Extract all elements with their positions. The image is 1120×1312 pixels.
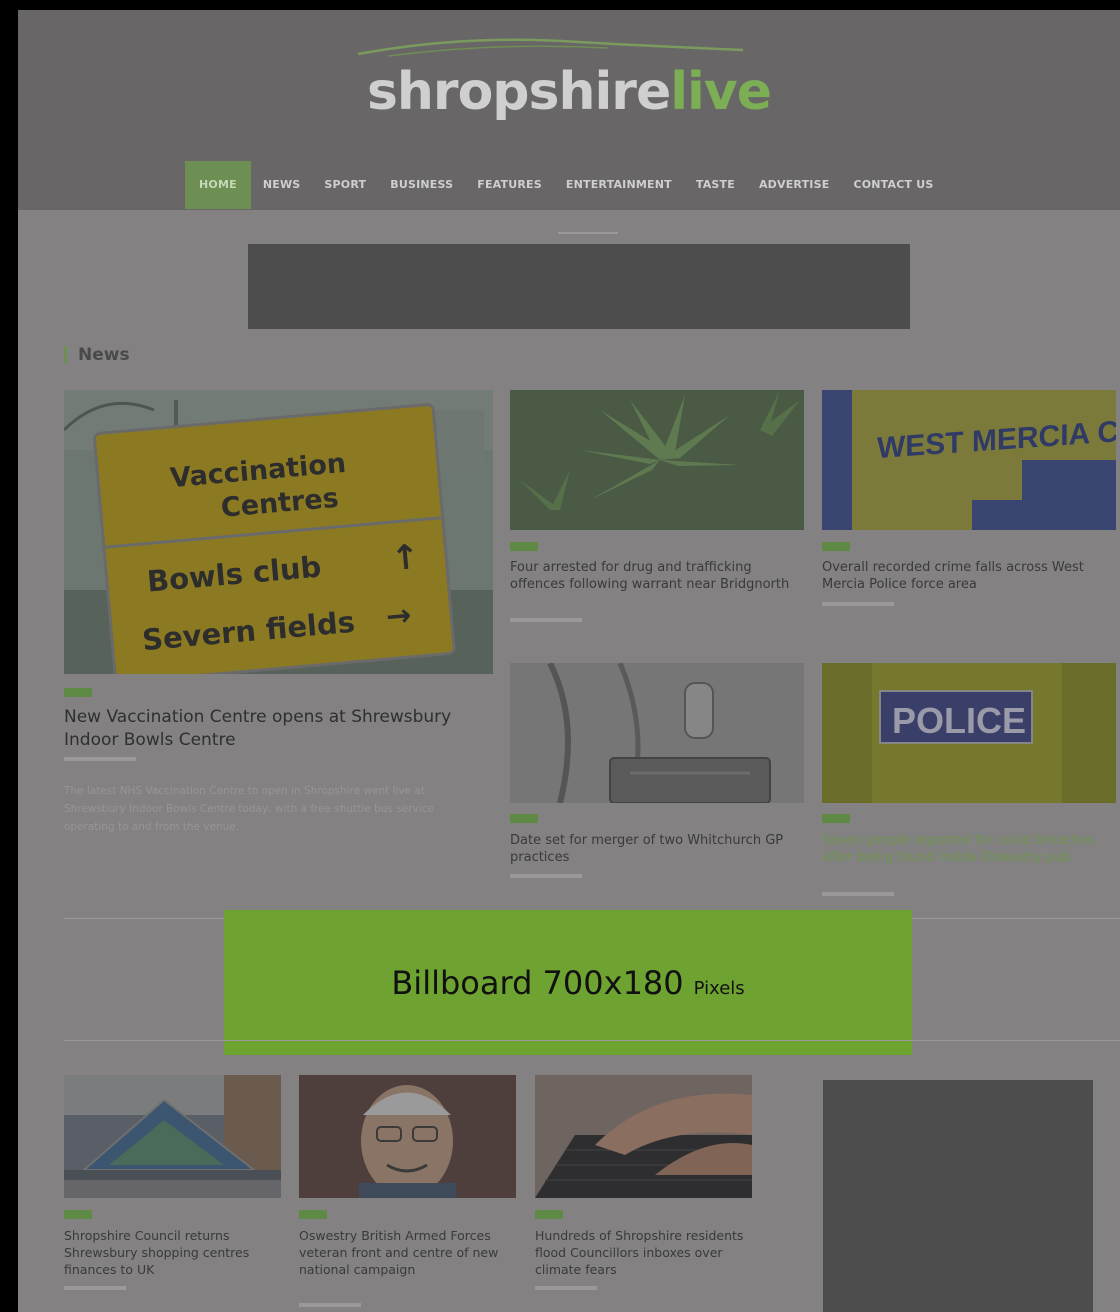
shopping-centre-image — [64, 1075, 281, 1198]
billboard-label: Billboard 700x180 — [391, 963, 684, 1002]
featured-headline[interactable]: New Vaccination Centre opens at Shrewsbu… — [64, 706, 464, 752]
nav-news[interactable]: NEWS — [251, 161, 313, 209]
veteran-portrait-image — [299, 1075, 516, 1198]
keyboard-hands-image — [535, 1075, 752, 1198]
nav-taste[interactable]: TASTE — [684, 161, 747, 209]
sidebar-advertisement-slot[interactable] — [823, 1080, 1093, 1312]
article-headline[interactable]: Four arrested for drug and trafficking o… — [510, 559, 800, 593]
article-image-police[interactable]: POLICE — [822, 663, 1116, 803]
advertisement-label — [538, 230, 638, 236]
category-tag[interactable] — [64, 1210, 92, 1219]
svg-text:↑: ↑ — [389, 537, 421, 579]
category-tag[interactable] — [510, 542, 538, 551]
article-image-keyboard[interactable] — [535, 1075, 752, 1198]
plant-image — [510, 390, 804, 530]
article-date — [535, 1286, 597, 1290]
logo-swoosh-icon — [357, 38, 744, 57]
site-logo[interactable]: shropshirelive — [18, 62, 1120, 122]
article-date — [299, 1303, 361, 1307]
nav-entertainment[interactable]: ENTERTAINMENT — [554, 161, 684, 209]
article-image-shopping-centre[interactable] — [64, 1075, 281, 1198]
billboard-ad-placeholder[interactable]: Billboard 700x180 Pixels — [224, 910, 912, 1055]
police-jacket-image: POLICE — [822, 663, 1116, 803]
nav-home[interactable]: HOME — [185, 161, 251, 209]
article-headline[interactable]: Overall recorded crime falls across West… — [822, 559, 1112, 593]
section-title-news: News — [78, 345, 130, 365]
logo-text-live: live — [670, 62, 772, 122]
billboard-unit: Pixels — [693, 978, 745, 999]
category-tag[interactable] — [510, 814, 538, 823]
top-advertisement-slot[interactable] — [248, 244, 910, 329]
article-image-cannabis[interactable] — [510, 390, 804, 530]
police-badge-text: POLICE — [892, 700, 1026, 741]
vaccination-sign-image: Vaccination Centres Bowls club Severn fi… — [64, 390, 493, 674]
category-tag[interactable] — [299, 1210, 327, 1219]
main-nav: HOME NEWS SPORT BUSINESS FEATURES ENTERT… — [185, 161, 946, 209]
featured-article-image[interactable]: Vaccination Centres Bowls club Severn fi… — [64, 390, 493, 674]
section-title-bar — [64, 346, 67, 363]
article-headline[interactable]: Hundreds of Shropshire residents flood C… — [535, 1227, 747, 1278]
site-header: shropshirelive HOME NEWS SPORT BUSINESS … — [18, 10, 1120, 210]
divider — [64, 1040, 1120, 1041]
police-car-image: WEST MERCIA CONSTABULARY — [822, 390, 1116, 530]
category-tag[interactable] — [535, 1210, 563, 1219]
category-tag[interactable] — [64, 688, 92, 697]
article-headline-active[interactable]: Seven people reported for covid breaches… — [822, 832, 1114, 866]
article-date — [64, 1286, 126, 1290]
article-image-west-mercia[interactable]: WEST MERCIA CONSTABULARY — [822, 390, 1116, 530]
logo-text-shropshire: shropshire — [366, 62, 671, 122]
article-date — [510, 874, 582, 878]
article-date — [510, 618, 582, 622]
category-tag[interactable] — [822, 542, 850, 551]
article-date — [822, 602, 894, 606]
article-image-veteran[interactable] — [299, 1075, 516, 1198]
nav-sport[interactable]: SPORT — [312, 161, 378, 209]
page: shropshirelive HOME NEWS SPORT BUSINESS … — [18, 10, 1120, 1312]
article-date — [64, 757, 136, 761]
article-headline[interactable]: Date set for merger of two Whitchurch GP… — [510, 832, 802, 866]
article-headline[interactable]: Shropshire Council returns Shrewsbury sh… — [64, 1227, 274, 1278]
nav-business[interactable]: BUSINESS — [378, 161, 465, 209]
nav-contact-us[interactable]: CONTACT US — [841, 161, 945, 209]
nav-features[interactable]: FEATURES — [465, 161, 554, 209]
featured-excerpt: The latest NHS Vaccination Centre to ope… — [64, 785, 434, 833]
article-headline[interactable]: Oswestry British Armed Forces veteran fr… — [299, 1227, 509, 1278]
nav-advertise[interactable]: ADVERTISE — [747, 161, 841, 209]
category-tag[interactable] — [822, 814, 850, 823]
article-image-stethoscope[interactable] — [510, 663, 804, 803]
svg-text:→: → — [385, 598, 413, 635]
stethoscope-image — [510, 663, 804, 803]
article-date — [822, 892, 894, 896]
